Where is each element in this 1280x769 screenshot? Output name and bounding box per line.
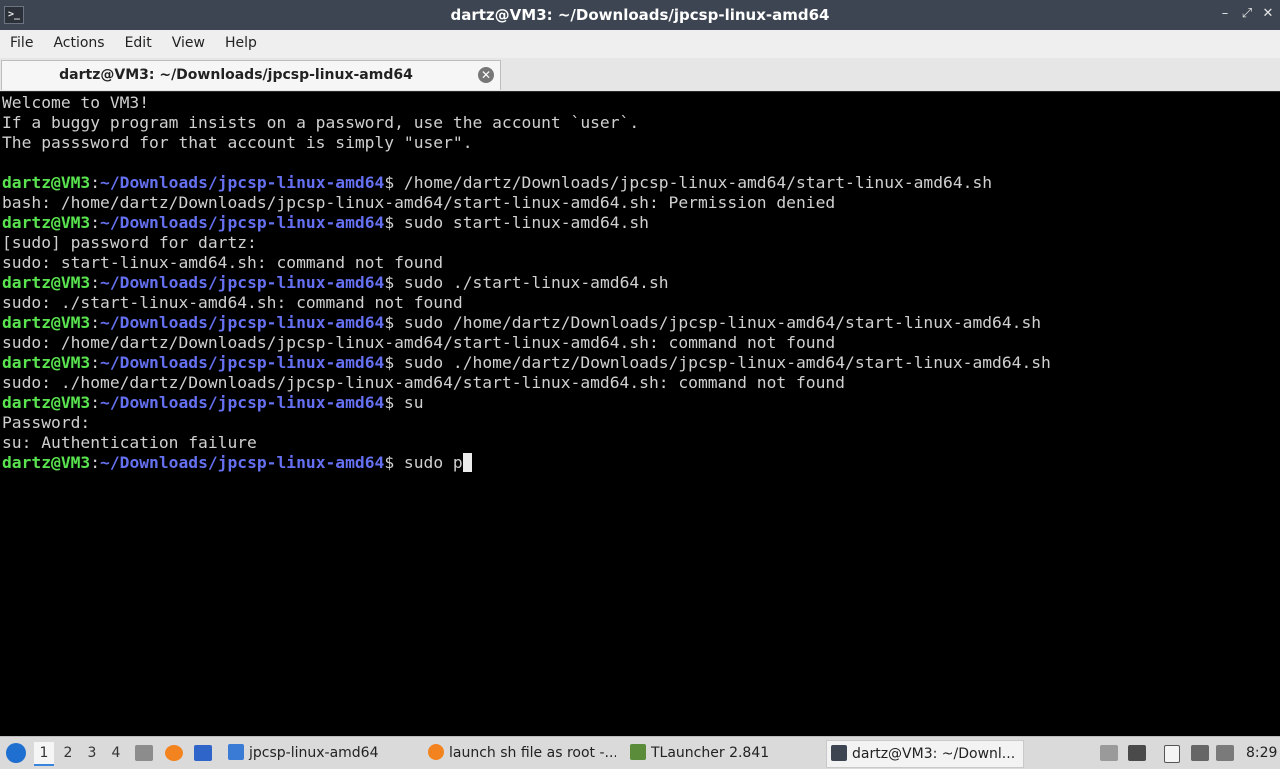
terminal-icon (831, 744, 847, 761)
firefox-launcher-icon[interactable] (165, 745, 183, 761)
terminal-output-line: sudo: ./start-linux-amd64.sh: command no… (2, 293, 463, 312)
terminal-output[interactable]: Welcome to VM3! If a buggy program insist… (0, 91, 1280, 737)
terminal-lines: Welcome to VM3! If a buggy program insist… (2, 93, 1051, 473)
prompt-path: ~/Downloads/jpcsp-linux-amd64 (100, 213, 385, 232)
window-title: dartz@VM3: ~/Downloads/jpcsp-linux-amd64 (450, 6, 830, 24)
menu-edit[interactable]: Edit (115, 30, 162, 56)
tab-close-icon[interactable]: ✕ (478, 67, 494, 83)
terminal-prompt-line: dartz@VM3:~/Downloads/jpcsp-linux-amd64$… (2, 393, 1051, 413)
task-firefox[interactable]: launch sh file as root -... (424, 740, 616, 766)
prompt-command: $ sudo p (384, 453, 463, 472)
prompt-user: dartz@VM3 (2, 313, 91, 332)
tab-title: dartz@VM3: ~/Downloads/jpcsp-linux-amd64 (59, 67, 413, 83)
terminal-output-line: [sudo] password for dartz: (2, 233, 257, 252)
prompt-path: ~/Downloads/jpcsp-linux-amd64 (100, 453, 385, 472)
prompt-user: dartz@VM3 (2, 213, 91, 232)
terminal-output-line: bash: /home/dartz/Downloads/jpcsp-linux-… (2, 193, 836, 212)
terminal-prompt-line: dartz@VM3:~/Downloads/jpcsp-linux-amd64$… (2, 213, 1051, 233)
workspace-3[interactable]: 3 (82, 742, 102, 764)
menu-view[interactable]: View (162, 30, 215, 56)
terminal-output-line: If a buggy program insists on a password… (2, 113, 640, 132)
terminal-prompt-line: dartz@VM3:~/Downloads/jpcsp-linux-amd64$… (2, 313, 1051, 333)
prompt-separator: : (90, 313, 101, 332)
tray-upload-icon[interactable] (1100, 745, 1118, 761)
prompt-command: $ sudo /home/dartz/Downloads/jpcsp-linux… (384, 313, 1042, 332)
menubar: File Actions Edit View Help (0, 30, 1280, 59)
maximize-icon[interactable]: ⤢ (1239, 6, 1255, 22)
prompt-user: dartz@VM3 (2, 273, 91, 292)
workspace-2[interactable]: 2 (58, 742, 78, 764)
terminal-prompt-line: dartz@VM3:~/Downloads/jpcsp-linux-amd64$… (2, 173, 1051, 193)
prompt-user: dartz@VM3 (2, 173, 91, 192)
terminal-tab[interactable]: dartz@VM3: ~/Downloads/jpcsp-linux-amd64… (1, 60, 501, 90)
terminal-output-line: Password: (2, 413, 91, 432)
prompt-command: $ sudo ./home/dartz/Downloads/jpcsp-linu… (384, 353, 1051, 372)
start-menu-icon[interactable] (6, 743, 26, 763)
prompt-command: $ su (384, 393, 424, 412)
terminal-output-line: Welcome to VM3! (2, 93, 150, 112)
file-manager-launcher-icon[interactable] (135, 745, 153, 761)
menu-help[interactable]: Help (215, 30, 267, 56)
close-icon[interactable]: ✕ (1260, 6, 1276, 22)
menu-actions[interactable]: Actions (43, 30, 114, 56)
update-notifier-icon[interactable] (1216, 745, 1234, 761)
prompt-separator: : (90, 353, 101, 372)
prompt-command: $ sudo ./start-linux-amd64.sh (384, 273, 669, 292)
workspace-4[interactable]: 4 (106, 742, 126, 764)
terminal-prompt-line: dartz@VM3:~/Downloads/jpcsp-linux-amd64$… (2, 453, 1051, 473)
clock[interactable]: 8:29 (1246, 737, 1277, 769)
prompt-separator: : (90, 453, 101, 472)
clipboard-icon[interactable] (1164, 745, 1180, 763)
prompt-path: ~/Downloads/jpcsp-linux-amd64 (100, 273, 385, 292)
tab-bar: dartz@VM3: ~/Downloads/jpcsp-linux-amd64… (0, 58, 1280, 91)
network-icon[interactable] (1191, 745, 1209, 761)
task-label: jpcsp-linux-amd64 (249, 745, 379, 761)
prompt-path: ~/Downloads/jpcsp-linux-amd64 (100, 173, 385, 192)
task-tlauncher[interactable]: TLauncher 2.841 (626, 740, 816, 766)
terminal-output-line: sudo: /home/dartz/Downloads/jpcsp-linux-… (2, 333, 836, 352)
terminal-output-line: su: Authentication failure (2, 433, 257, 452)
task-label: dartz@VM3: ~/Downl... (852, 746, 1016, 762)
prompt-separator: : (90, 273, 101, 292)
prompt-user: dartz@VM3 (2, 453, 91, 472)
terminal-output-line: sudo: start-linux-amd64.sh: command not … (2, 253, 444, 272)
text-cursor (462, 453, 472, 472)
prompt-user: dartz@VM3 (2, 393, 91, 412)
task-label: launch sh file as root -... (449, 745, 616, 761)
window-titlebar[interactable]: >_ dartz@VM3: ~/Downloads/jpcsp-linux-am… (0, 0, 1280, 30)
task-file-manager[interactable]: jpcsp-linux-amd64 (224, 740, 414, 766)
menu-file[interactable]: File (0, 30, 43, 56)
prompt-user: dartz@VM3 (2, 353, 91, 372)
task-label: TLauncher 2.841 (651, 745, 770, 761)
terminal-output-line: The passsword for that account is simply… (2, 133, 473, 152)
task-terminal[interactable]: dartz@VM3: ~/Downl... (826, 740, 1024, 768)
folder-icon (228, 743, 244, 760)
prompt-path: ~/Downloads/jpcsp-linux-amd64 (100, 393, 385, 412)
terminal-prompt-line: dartz@VM3:~/Downloads/jpcsp-linux-amd64$… (2, 273, 1051, 293)
volume-icon[interactable] (1128, 745, 1146, 761)
terminal-output-line: sudo: ./home/dartz/Downloads/jpcsp-linux… (2, 373, 845, 392)
firefox-icon (428, 743, 444, 760)
minimize-icon[interactable]: – (1217, 6, 1233, 22)
taskbar: 1 2 3 4 jpcsp-linux-amd64 launch sh file… (0, 736, 1280, 769)
terminal-prompt-line: dartz@VM3:~/Downloads/jpcsp-linux-amd64$… (2, 353, 1051, 373)
prompt-separator: : (90, 393, 101, 412)
prompt-command: $ sudo start-linux-amd64.sh (384, 213, 649, 232)
prompt-command: $ /home/dartz/Downloads/jpcsp-linux-amd6… (384, 173, 993, 192)
prompt-separator: : (90, 173, 101, 192)
prompt-separator: : (90, 213, 101, 232)
prompt-path: ~/Downloads/jpcsp-linux-amd64 (100, 353, 385, 372)
workspace-1[interactable]: 1 (34, 742, 54, 766)
prompt-path: ~/Downloads/jpcsp-linux-amd64 (100, 313, 385, 332)
desktop-launcher-icon[interactable] (194, 745, 212, 761)
minecraft-icon (630, 743, 646, 760)
